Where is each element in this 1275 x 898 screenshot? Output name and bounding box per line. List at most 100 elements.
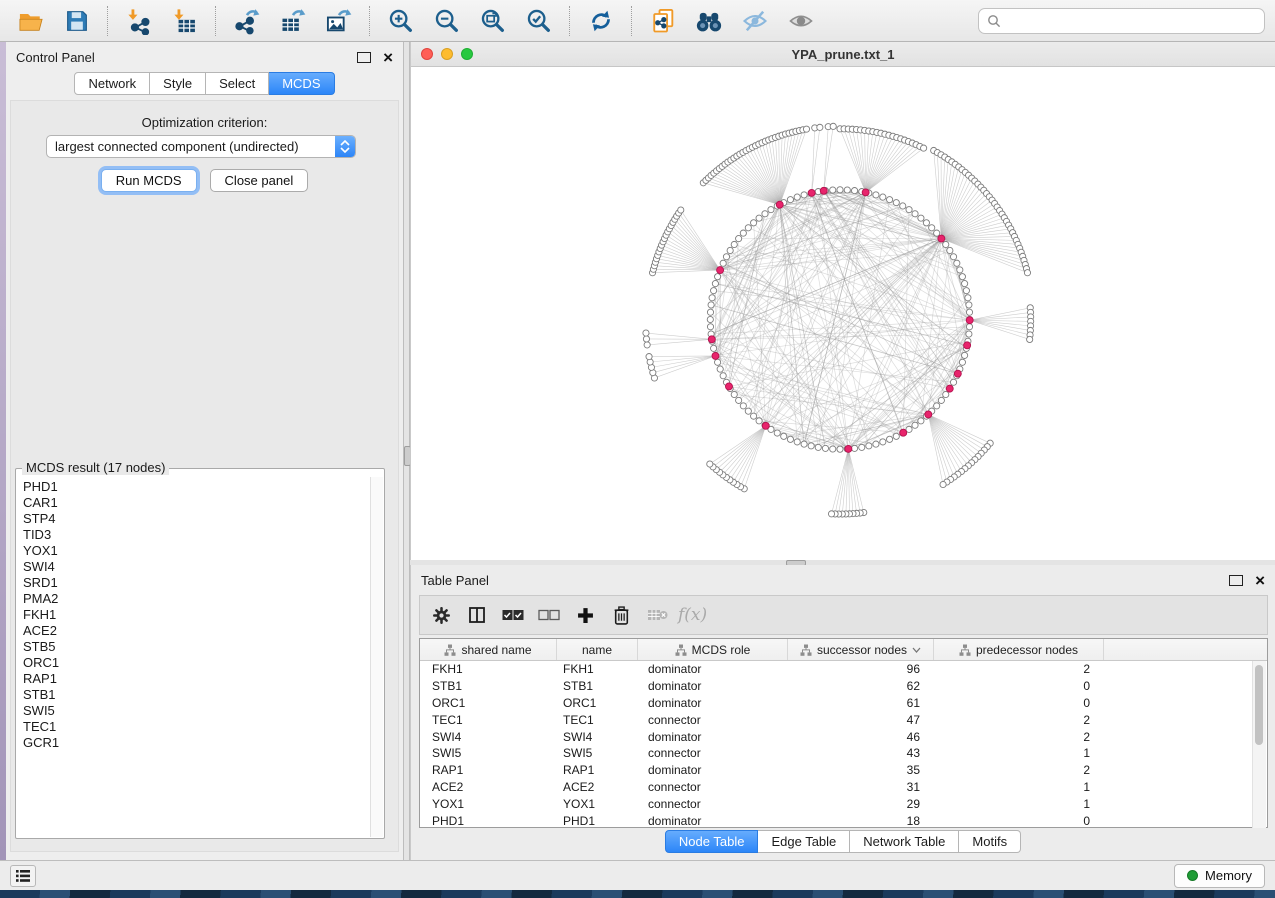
cell-shared-name[interactable]: ACE2 — [420, 780, 557, 794]
show-task-history-button[interactable] — [10, 865, 36, 887]
table-row[interactable]: STB1STB1dominator620 — [420, 678, 1267, 695]
mcds-result-item[interactable]: SWI5 — [23, 703, 371, 719]
cell-successor-nodes[interactable]: 62 — [788, 679, 934, 693]
hide-selected-button[interactable] — [734, 4, 776, 38]
cell-name[interactable]: RAP1 — [557, 763, 638, 777]
delete-column-button[interactable] — [606, 600, 636, 630]
select-all-columns-button[interactable] — [498, 600, 528, 630]
cell-predecessor-nodes[interactable]: 2 — [934, 763, 1104, 777]
float-panel-button[interactable] — [1229, 575, 1243, 586]
refresh-button[interactable] — [580, 4, 622, 38]
table-row[interactable]: FKH1FKH1dominator962 — [420, 661, 1267, 678]
mcds-result-item[interactable]: PMA2 — [23, 591, 371, 607]
cell-predecessor-nodes[interactable]: 0 — [934, 679, 1104, 693]
import-table-button[interactable] — [164, 4, 206, 38]
close-panel-button[interactable]: × — [383, 52, 393, 63]
cell-predecessor-nodes[interactable]: 1 — [934, 797, 1104, 811]
mcds-result-item[interactable]: YOX1 — [23, 543, 371, 559]
save-session-button[interactable] — [56, 4, 98, 38]
share-document-button[interactable] — [642, 4, 684, 38]
table-row[interactable]: TEC1TEC1connector472 — [420, 711, 1267, 728]
zoom-fit-button[interactable] — [472, 4, 514, 38]
cell-name[interactable]: STB1 — [557, 679, 638, 693]
cell-mcds-role[interactable]: connector — [638, 713, 788, 727]
mcds-result-item[interactable]: ORC1 — [23, 655, 371, 671]
cell-mcds-role[interactable]: connector — [638, 780, 788, 794]
mcds-result-item[interactable]: GCR1 — [23, 735, 371, 751]
cell-mcds-role[interactable]: dominator — [638, 679, 788, 693]
export-image-button[interactable] — [318, 4, 360, 38]
cell-shared-name[interactable]: RAP1 — [420, 763, 557, 777]
cell-predecessor-nodes[interactable]: 0 — [934, 696, 1104, 710]
mcds-list-scrollbar[interactable] — [370, 477, 383, 837]
cell-successor-nodes[interactable]: 43 — [788, 746, 934, 760]
cell-mcds-role[interactable]: dominator — [638, 662, 788, 676]
cell-successor-nodes[interactable]: 46 — [788, 730, 934, 744]
zoom-selected-button[interactable] — [518, 4, 560, 38]
mcds-result-item[interactable]: ACE2 — [23, 623, 371, 639]
cell-mcds-role[interactable]: connector — [638, 797, 788, 811]
tab-node-table[interactable]: Node Table — [665, 830, 759, 853]
deselect-all-columns-button[interactable] — [534, 600, 564, 630]
vertical-splitter[interactable] — [403, 42, 410, 860]
mcds-result-item[interactable]: STB1 — [23, 687, 371, 703]
cell-name[interactable]: SWI4 — [557, 730, 638, 744]
tab-style[interactable]: Style — [150, 72, 206, 95]
zoom-out-button[interactable] — [426, 4, 468, 38]
table-row[interactable]: RAP1RAP1dominator352 — [420, 762, 1267, 779]
cell-successor-nodes[interactable]: 61 — [788, 696, 934, 710]
column-header-predecessor-nodes[interactable]: predecessor nodes — [934, 639, 1104, 660]
table-scrollbar-thumb[interactable] — [1255, 665, 1263, 745]
create-column-button[interactable] — [570, 600, 600, 630]
cell-name[interactable]: PHD1 — [557, 814, 638, 827]
mcds-result-item[interactable]: SRD1 — [23, 575, 371, 591]
open-file-button[interactable] — [10, 4, 52, 38]
cell-predecessor-nodes[interactable]: 2 — [934, 662, 1104, 676]
cell-successor-nodes[interactable]: 18 — [788, 814, 934, 827]
table-row[interactable]: ACE2ACE2connector311 — [420, 779, 1267, 796]
table-row[interactable]: YOX1YOX1connector291 — [420, 795, 1267, 812]
cell-shared-name[interactable]: TEC1 — [420, 713, 557, 727]
mcds-result-item[interactable]: FKH1 — [23, 607, 371, 623]
column-header-successor-nodes[interactable]: successor nodes — [788, 639, 934, 660]
cell-successor-nodes[interactable]: 96 — [788, 662, 934, 676]
cell-name[interactable]: ORC1 — [557, 696, 638, 710]
cell-mcds-role[interactable]: dominator — [638, 814, 788, 827]
search-field[interactable] — [978, 8, 1265, 34]
cell-successor-nodes[interactable]: 31 — [788, 780, 934, 794]
zoom-in-button[interactable] — [380, 4, 422, 38]
tab-network-table[interactable]: Network Table — [850, 830, 959, 853]
export-network-button[interactable] — [226, 4, 268, 38]
cell-name[interactable]: FKH1 — [557, 662, 638, 676]
mcds-result-item[interactable]: STP4 — [23, 511, 371, 527]
cell-predecessor-nodes[interactable]: 2 — [934, 730, 1104, 744]
column-header-name[interactable]: name — [557, 639, 638, 660]
cell-name[interactable]: SWI5 — [557, 746, 638, 760]
mcds-result-item[interactable]: RAP1 — [23, 671, 371, 687]
mcds-result-item[interactable]: SWI4 — [23, 559, 371, 575]
cell-predecessor-nodes[interactable]: 1 — [934, 780, 1104, 794]
float-panel-button[interactable] — [357, 52, 371, 63]
memory-button[interactable]: Memory — [1174, 864, 1265, 888]
table-row[interactable]: PHD1PHD1dominator180 — [420, 812, 1267, 827]
mcds-result-item[interactable]: STB5 — [23, 639, 371, 655]
cell-mcds-role[interactable]: dominator — [638, 696, 788, 710]
table-row[interactable]: SWI4SWI4dominator462 — [420, 728, 1267, 745]
column-header-mcds-role[interactable]: MCDS role — [638, 639, 788, 660]
mcds-result-item[interactable]: TEC1 — [23, 719, 371, 735]
cell-shared-name[interactable]: SWI4 — [420, 730, 557, 744]
import-network-button[interactable] — [118, 4, 160, 38]
tab-select[interactable]: Select — [206, 72, 269, 95]
cell-shared-name[interactable]: ORC1 — [420, 696, 557, 710]
cell-shared-name[interactable]: STB1 — [420, 679, 557, 693]
close-panel-button[interactable]: × — [1255, 575, 1265, 586]
column-header-shared-name[interactable]: shared name — [420, 639, 557, 660]
mcds-result-item[interactable]: CAR1 — [23, 495, 371, 511]
cell-successor-nodes[interactable]: 47 — [788, 713, 934, 727]
cell-successor-nodes[interactable]: 29 — [788, 797, 934, 811]
criterion-select[interactable]: largest connected component (undirected) — [46, 135, 356, 158]
cell-successor-nodes[interactable]: 35 — [788, 763, 934, 777]
show-column-panel-button[interactable] — [462, 600, 492, 630]
table-settings-button[interactable] — [426, 600, 456, 630]
search-input[interactable] — [1007, 12, 1256, 29]
